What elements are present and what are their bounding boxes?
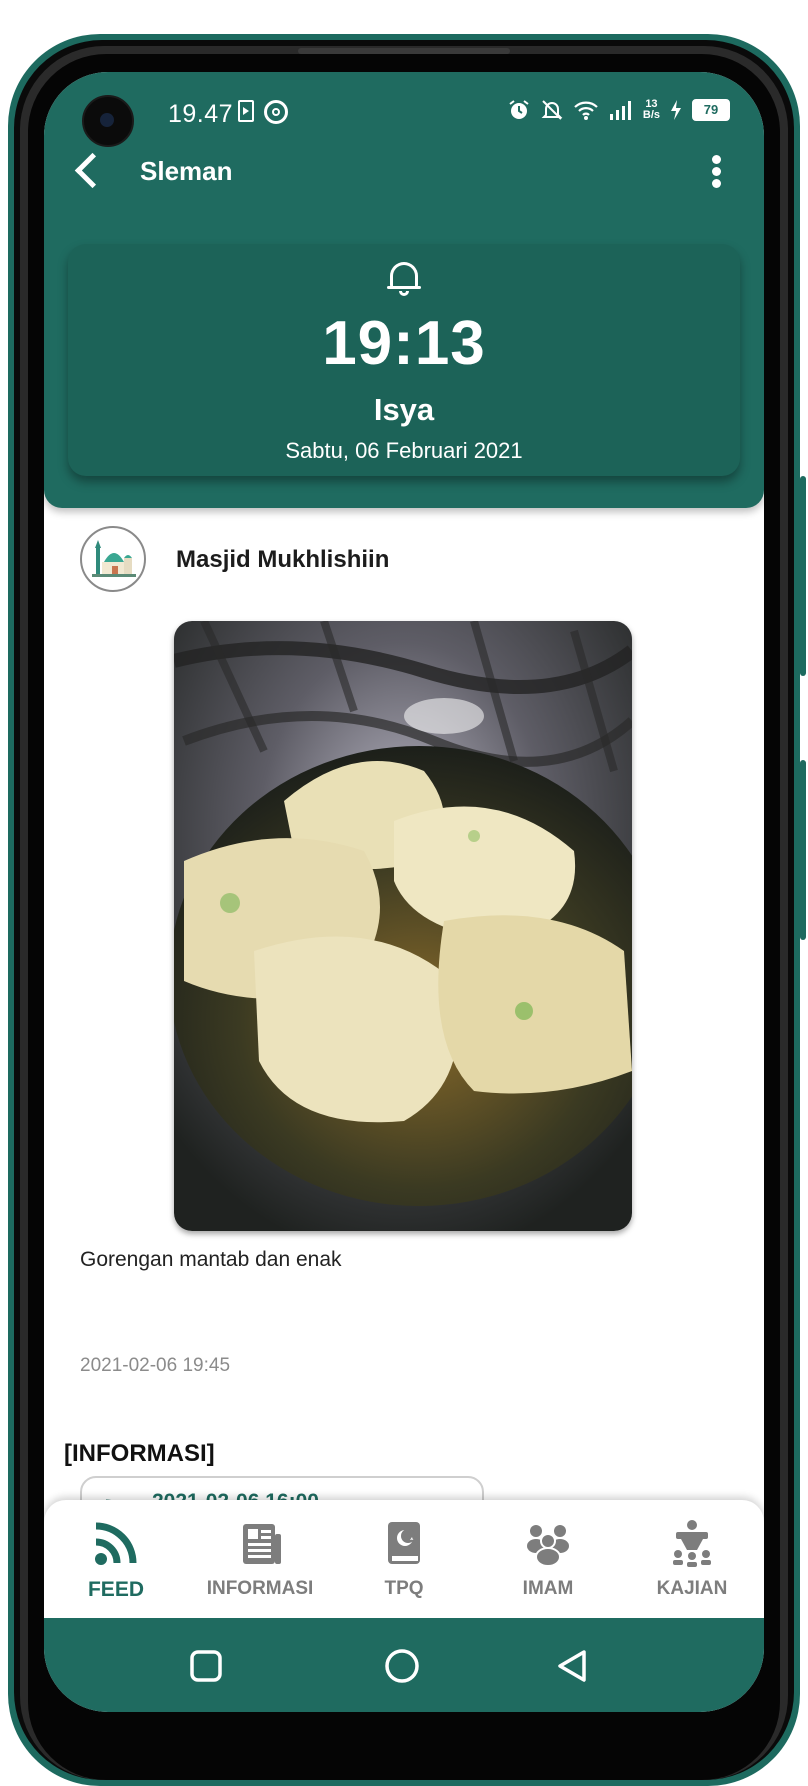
fried-food-photo [174,621,632,1231]
home-icon[interactable] [384,1648,420,1684]
bottom-navigation: FEED INFORMASI TPQ IMAM KAJIAN [44,1500,764,1618]
quran-book-icon [388,1522,420,1564]
post-photo[interactable] [174,621,632,1231]
wifi-icon [574,101,598,120]
nav-label: IMAM [522,1578,574,1599]
power-button [800,476,806,676]
nav-kajian[interactable]: KAJIAN [620,1500,764,1618]
newspaper-icon [243,1524,281,1564]
battery-icon: 79 [692,99,730,121]
status-right-icons: 13 B/s 79 [507,98,730,122]
status-left-icons [238,100,288,124]
bell-off-icon [541,100,563,120]
volume-button [800,760,806,940]
nav-tpq[interactable]: TPQ [332,1500,476,1618]
nav-feed[interactable]: FEED [44,1500,188,1618]
nav-label: INFORMASI [206,1578,314,1599]
sync-circle-icon [264,100,288,124]
net-speed-unit: B/s [642,109,660,121]
app-screen: 19.47 13 B/s 79 Sleman 19:13 Isya Sabtu, … [44,72,764,1712]
status-time: 19.47 [168,100,234,128]
group-icon [527,1525,569,1567]
nav-label: KAJIAN [656,1578,728,1599]
page-title: Sleman [140,156,233,186]
nav-label: FEED [87,1578,144,1601]
front-camera [82,95,134,147]
post-timestamp: 2021-02-06 19:45 [80,1355,231,1376]
lecture-icon [673,1520,711,1567]
prayer-time-card: 19:13 Isya Sabtu, 06 Februari 2021 [68,244,740,476]
prayer-name: Isya [373,392,435,427]
section-title: [INFORMASI] [64,1440,215,1467]
document-icon [238,100,254,122]
post-author[interactable]: Masjid Mukhlishiin [176,546,389,574]
net-speed: 13 B/s [643,99,660,121]
alarm-icon [509,100,529,119]
charging-icon [671,100,681,120]
nav-imam[interactable]: IMAM [476,1500,620,1618]
header: 19.47 13 B/s 79 Sleman 19:13 Isya Sabtu, … [44,72,764,508]
post-caption: Gorengan mantab dan enak [80,1248,342,1271]
prayer-date: Sabtu, 06 Februari 2021 [285,438,523,463]
chevron-left-icon[interactable] [70,150,100,190]
phone-speaker [298,48,510,54]
avatar[interactable] [80,526,146,592]
mosque-icon [92,540,136,577]
more-vertical-icon[interactable] [704,152,728,192]
system-navigation-bar [44,1618,764,1712]
signal-icon [609,101,631,120]
recent-apps-icon[interactable] [188,1648,224,1684]
bell-icon[interactable] [387,258,421,298]
rss-feed-icon [95,1522,137,1565]
nav-informasi[interactable]: INFORMASI [188,1500,332,1618]
nav-label: TPQ [384,1578,424,1599]
back-triangle-icon[interactable] [554,1648,590,1684]
prayer-time: 19:13 [322,309,486,378]
